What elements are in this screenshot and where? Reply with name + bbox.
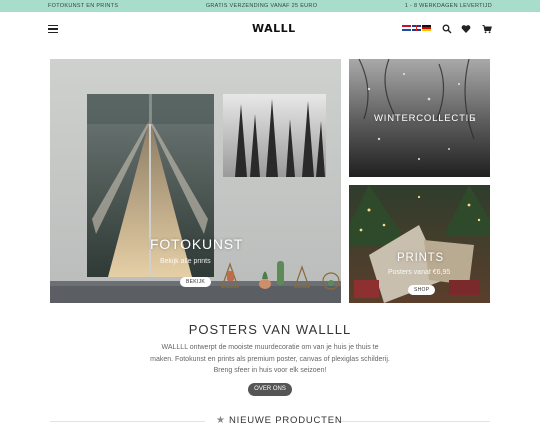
flag-de-icon[interactable] [422, 25, 431, 31]
hero-tile-fotokunst[interactable]: FOTOKUNST Bekijk alle prints BEKIJK [50, 59, 341, 303]
flag-en-icon[interactable] [412, 25, 421, 31]
tile-title-wintercollectie: WINTERCOLLECTIE [374, 113, 477, 124]
section-title-posters: POSTERS VAN WALLLL [188, 322, 352, 337]
cart-icon[interactable] [482, 24, 492, 34]
new-products-label: NIEUWE PRODUCTEN [228, 415, 343, 426]
menu-icon[interactable] [48, 25, 58, 33]
divider-left [50, 421, 205, 422]
search-icon[interactable] [442, 24, 452, 34]
shop-button[interactable]: SHOP [408, 285, 436, 295]
over-ons-button[interactable]: OVER ONS [248, 383, 292, 396]
intro-text: WALLLL ontwerpt de mooiste muurdecoratie… [150, 344, 390, 374]
hero-photo [50, 59, 341, 303]
announcement-bar: FOTOKUNST EN PRINTS GRATIS VERZENDING VA… [0, 0, 540, 12]
site-header: WALLL [0, 12, 540, 46]
flag-nl-icon[interactable] [402, 25, 411, 31]
tile-subtitle-fotokunst: Bekijk alle prints [160, 258, 211, 265]
heart-icon[interactable] [461, 24, 471, 34]
new-products-heading: ★ NIEUWE PRODUCTEN [216, 415, 343, 426]
tile-subtitle-prints: Posters vanaf €6,95 [388, 269, 451, 276]
star-icon: ★ [216, 415, 225, 426]
topbar-center-text: GRATIS VERZENDING VANAF 25 EURO [205, 3, 318, 9]
topbar-left-text[interactable]: FOTOKUNST EN PRINTS [48, 3, 118, 9]
tile-prints[interactable]: PRINTS Posters vanaf €6,95 SHOP [349, 185, 490, 303]
language-switcher [402, 25, 431, 31]
tile-wintercollectie[interactable]: WINTERCOLLECTIE [349, 59, 490, 177]
topbar-right-text: 1 - 8 WERKDAGEN LEVERTIJD [404, 3, 492, 9]
site-logo[interactable]: WALLL [252, 22, 296, 35]
tile-title-prints: PRINTS [397, 252, 444, 264]
divider-right [335, 421, 490, 422]
bekijk-button[interactable]: BEKIJK [180, 277, 212, 287]
tile-title-fotokunst: FOTOKUNST [150, 236, 244, 252]
